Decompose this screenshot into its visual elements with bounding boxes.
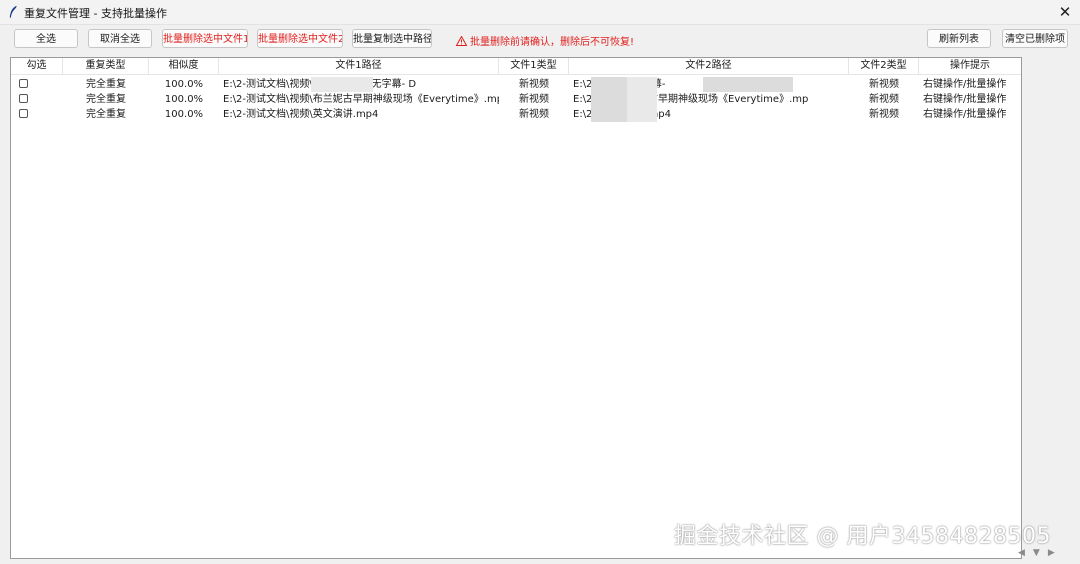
similarity-cell: 100.0% [164,109,204,120]
redacted-blur [627,107,657,122]
header-dup-type[interactable]: 重复类型 [63,58,149,74]
select-all-button[interactable]: 全选 [14,29,78,48]
type1-cell: 新视频 [519,79,549,90]
redacted-blur [627,92,657,107]
delete-selected-file1-button[interactable]: 批量删除选中文件1 [162,29,248,48]
dup-type-cell: 完全重复 [86,94,126,105]
similarity-cell: 100.0% [164,79,204,90]
redacted-blur [627,77,657,92]
delete-selected-file2-button[interactable]: 批量删除选中文件2 [257,29,343,48]
dup-type-cell: 完全重复 [86,109,126,120]
type2-cell: 新视频 [869,109,899,120]
watermark: 掘金技术社区 @ 用户34584828505 [674,524,1051,549]
path1-cell: E:\2-测试文档\视频\英文演讲.mp4 [223,109,379,120]
type2-cell: 新视频 [869,79,899,90]
table-row[interactable]: 完全重复 100.0% E:\2-测试文档\视频\英文演讲.mp4 新视频 E:… [11,107,1021,122]
path1-cell: E:\2-测试文档\视频\布兰妮古早期神级现场《Everytime》.mp4 [223,94,499,105]
duplicate-files-table: 勾选 重复类型 相似度 文件1路径 文件1类型 文件2路径 文件2类型 操作提示… [10,57,1022,559]
refresh-list-button[interactable]: 刷新列表 [927,29,991,48]
header-path2[interactable]: 文件2路径 [569,58,849,74]
type2-cell: 新视频 [869,94,899,105]
type1-cell: 新视频 [519,109,549,120]
warning-icon [456,35,467,46]
redacted-blur [703,77,793,92]
header-check[interactable]: 勾选 [11,58,63,74]
dup-type-cell: 完全重复 [86,79,126,90]
header-similarity[interactable]: 相似度 [149,58,219,74]
redacted-blur [311,77,373,92]
header-type2[interactable]: 文件2类型 [849,58,919,74]
vertical-scrollbar[interactable] [1032,57,1046,557]
close-icon: ✕ [1058,3,1072,21]
hint-cell: 右键操作/批量操作 [923,109,1007,120]
row-checkbox[interactable] [19,94,28,103]
row-checkbox[interactable] [19,109,28,118]
close-button[interactable]: ✕ [1050,0,1080,24]
hint-cell: 右键操作/批量操作 [923,94,1007,105]
clear-deleted-button[interactable]: 清空已删除项 [1002,29,1068,48]
type1-cell: 新视频 [519,94,549,105]
redacted-blur [591,77,627,92]
similarity-cell: 100.0% [164,94,204,105]
row-checkbox[interactable] [19,79,28,88]
hint-cell: 右键操作/批量操作 [923,79,1007,90]
table-header: 勾选 重复类型 相似度 文件1路径 文件1类型 文件2路径 文件2类型 操作提示 [11,58,1021,75]
header-path1[interactable]: 文件1路径 [219,58,499,74]
redacted-blur [591,92,627,107]
header-hint[interactable]: 操作提示 [919,58,1021,74]
window-title: 重复文件管理 - 支持批量操作 [24,7,167,20]
table-row[interactable]: 完全重复 100.0% E:\2-测试文档\视频\BV1 p1 全英无字幕- D… [11,77,1021,92]
title-bar: 重复文件管理 - 支持批量操作 ✕ [0,0,1080,25]
feather-icon [9,5,17,18]
redacted-blur [591,107,627,122]
header-type1[interactable]: 文件1类型 [499,58,569,74]
deselect-all-button[interactable]: 取消全选 [88,29,152,48]
copy-selected-paths-button[interactable]: 批量复制选中路径 [352,29,432,48]
warning-text: 批量删除前请确认，删除后不可恢复! [470,37,635,48]
table-row[interactable]: 完全重复 100.0% E:\2-测试文档\视频\布兰妮古早期神级现场《Ever… [11,92,1021,107]
delete-warning: 批量删除前请确认，删除后不可恢复! [456,33,634,48]
toolbar: 全选 取消全选 批量删除选中文件1 批量删除选中文件2 批量复制选中路径 批量删… [0,26,1080,52]
